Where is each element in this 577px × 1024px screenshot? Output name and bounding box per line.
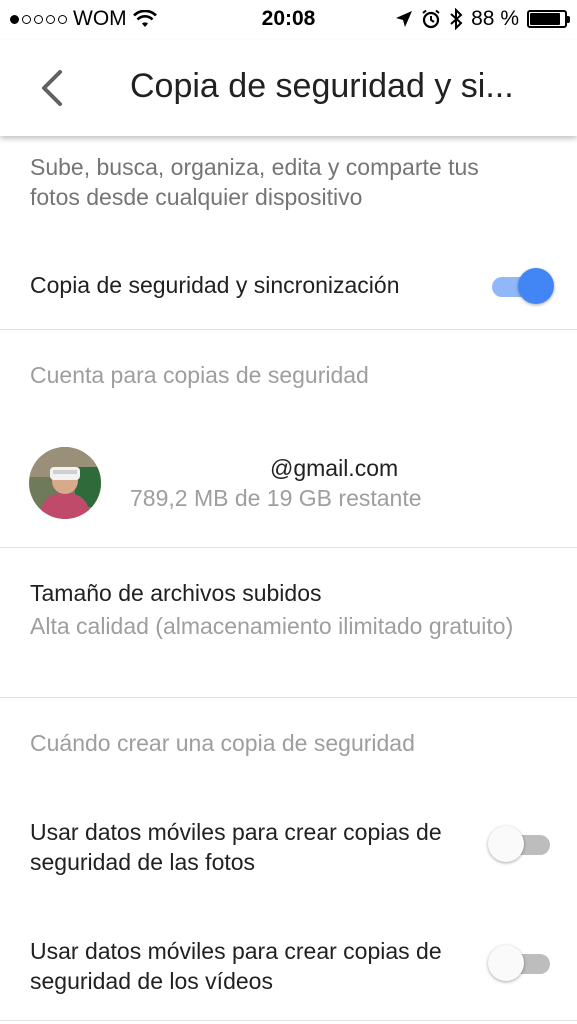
battery-percent: 88 % — [471, 7, 519, 30]
alarm-icon — [422, 9, 440, 29]
status-bar: WOM 20:08 88 % — [0, 0, 577, 40]
back-button[interactable] — [30, 66, 74, 110]
page-title: Copia de seguridad y si... — [130, 67, 514, 105]
divider — [0, 697, 577, 698]
account-storage: 789,2 MB de 19 GB restante — [130, 485, 422, 511]
battery-icon — [527, 10, 570, 28]
account-email: @gmail.com — [270, 455, 399, 481]
toggle-thumb — [488, 826, 524, 862]
divider — [0, 547, 577, 548]
toggle-thumb — [518, 268, 554, 304]
divider — [0, 1020, 577, 1021]
toggle-thumb — [488, 945, 524, 981]
battery-fill — [530, 13, 560, 25]
avatar[interactable] — [29, 447, 101, 519]
avatar-image — [29, 447, 101, 519]
bluetooth-icon — [450, 8, 463, 30]
mobile-data-photos-label[interactable]: Usar datos móviles para crear copias de … — [30, 817, 470, 877]
back-chevron-icon — [42, 70, 62, 106]
when-section-header: Cuándo crear una copia de seguridad — [30, 730, 415, 756]
location-icon — [396, 11, 413, 27]
backup-sync-toggle[interactable] — [488, 266, 554, 306]
divider — [0, 329, 577, 330]
mobile-data-videos-label[interactable]: Usar datos móviles para crear copias de … — [30, 936, 470, 996]
app-bar: Copia de seguridad y si... — [0, 40, 577, 136]
upload-size-title[interactable]: Tamaño de archivos subidos — [30, 580, 322, 607]
upload-size-value: Alta calidad (almacenamiento ilimitado g… — [30, 613, 514, 639]
status-right: 88 % — [395, 7, 570, 31]
mobile-data-photos-toggle[interactable] — [488, 824, 554, 864]
description-text: Sube, busca, organiza, edita y comparte … — [30, 154, 479, 210]
backup-sync-label[interactable]: Copia de seguridad y sincronización — [30, 272, 400, 299]
mobile-data-videos-toggle[interactable] — [488, 943, 554, 983]
account-section-header: Cuenta para copias de seguridad — [30, 362, 369, 388]
